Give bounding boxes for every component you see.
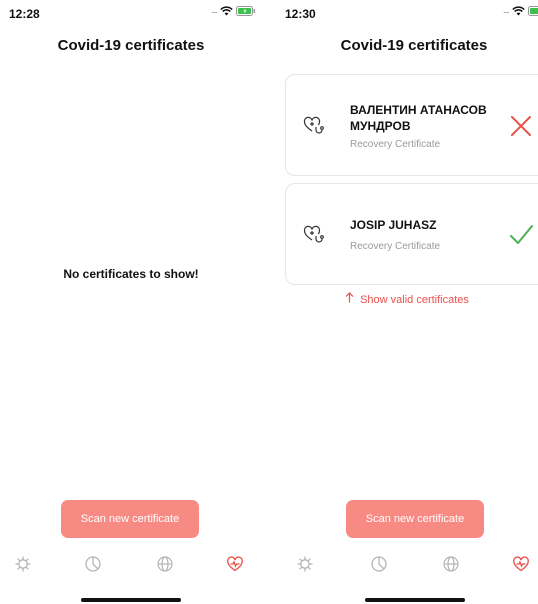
- show-valid-certificates-link[interactable]: Show valid certificates: [276, 292, 538, 306]
- status-icons: ....: [210, 4, 256, 16]
- status-time: 12:30: [285, 7, 316, 21]
- signal-icon: ....: [502, 4, 510, 15]
- wifi-icon: [512, 6, 525, 16]
- heart-icon: [513, 556, 529, 572]
- pie-chart-icon: [371, 556, 387, 572]
- home-indicator: [365, 598, 465, 602]
- scan-new-certificate-button[interactable]: Scan new certificate: [346, 500, 484, 538]
- battery-icon: [528, 6, 538, 16]
- globe-icon: [157, 556, 173, 572]
- status-bar: 12:28 ....: [0, 0, 262, 24]
- page-title: Covid-19 certificates: [340, 37, 488, 54]
- cross-icon: [511, 116, 531, 136]
- tab-virus[interactable]: [12, 553, 34, 575]
- screen-empty-state: 12:28 .... Covid-19 certificates No cert…: [0, 0, 262, 604]
- arrow-up-icon: [345, 292, 354, 306]
- certificate-card[interactable]: ВАЛЕНТИН АТАНАСОВ МУНДРОВ Recovery Certi…: [285, 74, 538, 176]
- checkmark-icon: [510, 225, 533, 244]
- tab-statistics[interactable]: [82, 553, 104, 575]
- show-valid-certificates-label: Show valid certificates: [360, 294, 469, 306]
- virus-icon: [15, 556, 31, 572]
- pie-chart-icon: [85, 556, 101, 572]
- scan-new-certificate-button[interactable]: Scan new certificate: [61, 500, 199, 538]
- certificate-type: Recovery Certificate: [350, 139, 441, 150]
- tab-statistics[interactable]: [368, 553, 390, 575]
- home-indicator: [81, 598, 181, 602]
- certificate-type: Recovery Certificate: [350, 241, 441, 252]
- signal-icon: ....: [210, 4, 218, 15]
- tab-certificates[interactable]: [224, 553, 246, 575]
- health-certificate-icon: [303, 225, 324, 243]
- page-title: Covid-19 certificates: [57, 37, 205, 54]
- virus-icon: [297, 556, 313, 572]
- screen-certificate-list: 12:30 .... Covid-19 certificates ВАЛЕНТИ…: [276, 0, 538, 604]
- status-icons: ....: [502, 4, 538, 16]
- tab-certificates[interactable]: [510, 553, 532, 575]
- status-time: 12:28: [9, 7, 40, 21]
- health-certificate-icon: [303, 116, 324, 134]
- certificate-card[interactable]: JOSIP JUHASZ Recovery Certificate: [285, 183, 538, 285]
- tab-bar: [276, 553, 538, 575]
- certificate-holder-name: JOSIP JUHASZ: [350, 218, 437, 232]
- status-bar: 12:30 ....: [276, 0, 538, 24]
- tab-virus[interactable]: [294, 553, 316, 575]
- empty-state-message: No certificates to show!: [63, 267, 199, 281]
- wifi-icon: [220, 6, 233, 16]
- certificate-holder-name: ВАЛЕНТИН АТАНАСОВ МУНДРОВ: [350, 103, 487, 133]
- heart-icon: [227, 556, 243, 572]
- tab-globe[interactable]: [440, 553, 462, 575]
- tab-globe[interactable]: [154, 553, 176, 575]
- globe-icon: [443, 556, 459, 572]
- battery-icon: [236, 6, 256, 16]
- tab-bar: [0, 553, 262, 575]
